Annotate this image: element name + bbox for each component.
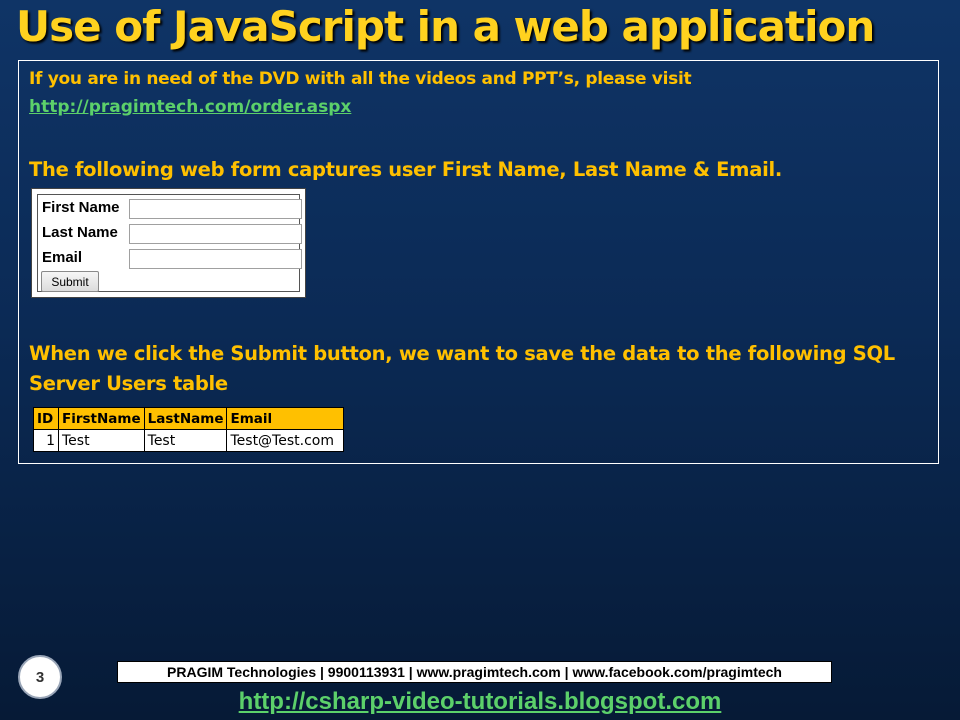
cell-email: Test@Test.com — [226, 429, 345, 452]
slide-title: Use of JavaScript in a web application — [16, 2, 875, 51]
order-link[interactable]: http://pragimtech.com/order.aspx — [29, 97, 351, 117]
table-row: 1 Test Test Test@Test.com — [33, 429, 345, 452]
col-header-id: ID — [33, 407, 59, 430]
email-input[interactable] — [129, 249, 302, 269]
web-form: First Name Last Name Email Submit — [37, 194, 302, 292]
first-name-input[interactable] — [129, 199, 302, 219]
email-label: Email — [42, 249, 83, 266]
col-header-email: Email — [226, 407, 345, 430]
cell-firstname: Test — [58, 429, 145, 452]
users-table-header-row: ID FirstName LastName Email — [33, 407, 345, 430]
blog-link[interactable]: http://csharp-video-tutorials.blogspot.c… — [0, 688, 960, 716]
form-description: The following web form captures user Fir… — [29, 158, 782, 181]
col-header-firstname: FirstName — [58, 407, 145, 430]
col-header-lastname: LastName — [143, 407, 228, 430]
web-form-screenshot: First Name Last Name Email Submit — [31, 188, 306, 298]
first-name-label: First Name — [42, 199, 120, 216]
submit-description: When we click the Submit button, we want… — [29, 342, 895, 395]
dvd-info-text: If you are in need of the DVD with all t… — [29, 69, 692, 89]
users-table: ID FirstName LastName Email 1 Test Test … — [33, 407, 345, 452]
cell-id: 1 — [33, 429, 59, 452]
submit-button[interactable]: Submit — [41, 271, 99, 292]
last-name-input[interactable] — [129, 224, 302, 244]
content-box: If you are in need of the DVD with all t… — [18, 60, 939, 464]
last-name-label: Last Name — [42, 224, 118, 241]
company-info-bar: PRAGIM Technologies | 9900113931 | www.p… — [117, 661, 832, 683]
cell-lastname: Test — [143, 429, 228, 452]
